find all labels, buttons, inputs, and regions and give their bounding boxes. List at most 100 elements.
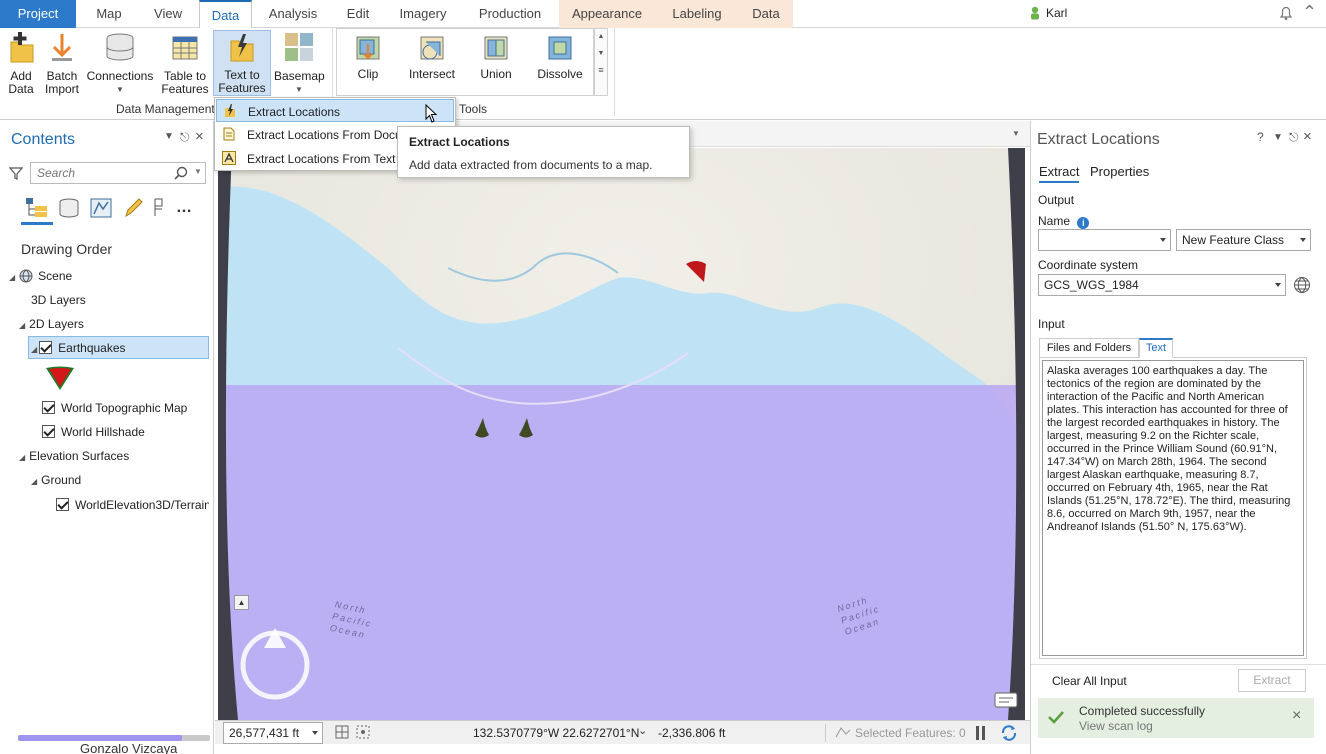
scale-dropdown[interactable]: 26,577,431 ft — [223, 722, 323, 744]
tooltip: Extract Locations Add data extracted fro… — [397, 126, 690, 178]
search-box[interactable]: ▼ — [30, 162, 206, 184]
tab-appearance[interactable]: Appearance — [559, 0, 655, 28]
union-button[interactable]: Union — [474, 34, 518, 81]
tab-extract[interactable]: Extract — [1039, 164, 1080, 183]
list-by-source-icon[interactable] — [58, 197, 80, 222]
navigator-expand-button[interactable]: ▲ — [234, 595, 249, 610]
notification-bell-icon[interactable] — [1278, 5, 1294, 24]
list-by-snapping-icon[interactable] — [152, 197, 166, 222]
list-by-editing-icon[interactable] — [122, 197, 144, 222]
tab-production[interactable]: Production — [470, 0, 550, 28]
help-icon[interactable]: ? — [1257, 130, 1264, 144]
coordsys-label: Coordinate system — [1038, 258, 1139, 272]
ribbon-tab-bar: Project Map View Data Analysis Edit Imag… — [0, 0, 1326, 29]
tree-elevation[interactable]: ◢ Elevation Surfaces — [19, 449, 129, 463]
navigator-compass-icon[interactable] — [238, 626, 312, 705]
search-dropdown-icon[interactable]: ▼ — [194, 167, 202, 176]
tools-group-label: Tools — [459, 102, 488, 116]
search-icon[interactable] — [174, 166, 188, 183]
pane-menu-icon[interactable]: ▼ — [1273, 132, 1283, 143]
extract-locations-icon — [223, 103, 237, 122]
tree-earthquakes[interactable]: ◢ Earthquakes — [31, 341, 126, 355]
minimize-ribbon-icon[interactable]: ⌃ — [1302, 3, 1317, 21]
map-view[interactable]: ▼ North Pacific Ocean North Pacific Ocea… — [215, 121, 1030, 754]
selected-features-icon — [835, 725, 851, 742]
basemap-button[interactable]: Basemap ▼ — [274, 32, 325, 96]
list-by-drawing-order-icon[interactable] — [25, 197, 49, 222]
close-icon[interactable]: × — [195, 128, 204, 145]
filter-icon[interactable] — [8, 166, 24, 183]
tab-analysis[interactable]: Analysis — [262, 0, 324, 28]
intersect-icon — [404, 34, 460, 65]
batch-import-button[interactable]: Batch Import — [42, 32, 82, 96]
map-notes-icon[interactable] — [994, 692, 1018, 713]
refresh-icon[interactable] — [999, 723, 1019, 746]
coordsys-dropdown[interactable]: GCS_WGS_1984 — [1038, 274, 1286, 296]
feature-class-dropdown[interactable]: New Feature Class — [1176, 229, 1311, 251]
tab-project[interactable]: Project — [0, 0, 76, 28]
hillshade-checkbox[interactable] — [42, 425, 55, 438]
tab-files-and-folders[interactable]: Files and Folders — [1039, 338, 1139, 358]
scene-globe[interactable]: North Pacific Ocean North Pacific Ocean … — [218, 148, 1025, 720]
coordinate-format-dropdown[interactable]: ⌄ — [638, 724, 647, 737]
connections-button[interactable]: Connections ▼ — [86, 32, 154, 96]
tab-view[interactable]: View — [140, 0, 196, 28]
tab-edit[interactable]: Edit — [334, 0, 382, 28]
tree-scene[interactable]: ◢ Scene — [9, 269, 72, 286]
list-by-selection-icon[interactable] — [90, 197, 112, 222]
menu-item-extract-locations[interactable]: Extract Locations — [216, 99, 454, 123]
intersect-button[interactable]: Intersect — [404, 34, 460, 81]
table-icon — [160, 32, 210, 67]
selected-features-count: Selected Features: 0 — [855, 726, 966, 740]
gallery-scroll[interactable]: ▲ ▼ ≡ — [594, 28, 608, 96]
extract-button[interactable]: Extract — [1238, 669, 1306, 692]
tree-hillshade[interactable]: World Hillshade — [42, 425, 145, 439]
map-tabs-dropdown-icon[interactable]: ▼ — [1012, 129, 1020, 138]
horizontal-scrollbar[interactable] — [18, 735, 210, 741]
text-to-features-icon — [214, 33, 270, 66]
table-to-features-button[interactable]: Table to Features — [160, 32, 210, 96]
output-name-field[interactable] — [1038, 229, 1171, 251]
text-input-frame: Alaska averages 100 earthquakes a day. T… — [1039, 357, 1307, 659]
tree-topographic[interactable]: World Topographic Map — [42, 401, 187, 415]
pin-icon[interactable]: ⎋ — [180, 130, 190, 145]
earthquakes-checkbox[interactable] — [39, 341, 53, 354]
batch-import-icon — [42, 32, 82, 67]
snapping-icon[interactable] — [355, 724, 371, 743]
dismiss-icon[interactable]: × — [1292, 707, 1301, 725]
view-scan-log-link[interactable]: View scan log — [1079, 719, 1153, 733]
user-icon — [1030, 6, 1040, 23]
success-check-icon — [1048, 710, 1064, 727]
dissolve-button[interactable]: Dissolve — [534, 34, 586, 81]
tree-ground[interactable]: ◢ Ground — [31, 473, 81, 487]
info-icon[interactable]: i — [1077, 217, 1090, 229]
search-input[interactable] — [35, 164, 175, 182]
clip-button[interactable]: Clip — [346, 34, 390, 81]
globe-icon[interactable] — [1293, 276, 1311, 297]
world-elevation-checkbox[interactable] — [56, 498, 69, 511]
tab-labeling[interactable]: Labeling — [655, 0, 739, 28]
clear-all-input-button[interactable]: Clear All Input — [1052, 674, 1127, 688]
topographic-checkbox[interactable] — [42, 401, 55, 414]
pin-icon[interactable]: ⎋ — [1289, 130, 1299, 145]
tab-data[interactable]: Data — [199, 0, 252, 29]
tab-map[interactable]: Map — [82, 0, 136, 28]
pause-drawing-icon[interactable] — [975, 725, 987, 744]
tab-imagery[interactable]: Imagery — [392, 0, 454, 28]
input-text-area[interactable]: Alaska averages 100 earthquakes a day. T… — [1042, 360, 1304, 656]
earthquake-symbol-icon[interactable] — [45, 365, 75, 394]
user-name[interactable]: Karl — [1046, 6, 1067, 20]
tree-3d-layers[interactable]: 3D Layers — [31, 293, 86, 307]
tab-properties[interactable]: Properties — [1090, 164, 1149, 179]
close-icon[interactable]: × — [1303, 128, 1312, 145]
tree-world-elevation[interactable]: WorldElevation3D/Terrain3D — [56, 498, 209, 512]
pane-menu-icon[interactable]: ▼ — [164, 131, 174, 142]
text-to-features-button[interactable]: Text to Features — [213, 30, 271, 96]
add-data-button[interactable]: Add Data — [2, 32, 40, 96]
tab-data-context[interactable]: Data — [739, 0, 793, 28]
tab-text[interactable]: Text — [1139, 338, 1173, 358]
clip-icon — [346, 34, 390, 65]
fixed-zoom-icon[interactable] — [334, 724, 350, 743]
tree-2d-layers[interactable]: ◢ 2D Layers — [19, 317, 84, 331]
more-options-icon[interactable]: … — [176, 199, 193, 217]
